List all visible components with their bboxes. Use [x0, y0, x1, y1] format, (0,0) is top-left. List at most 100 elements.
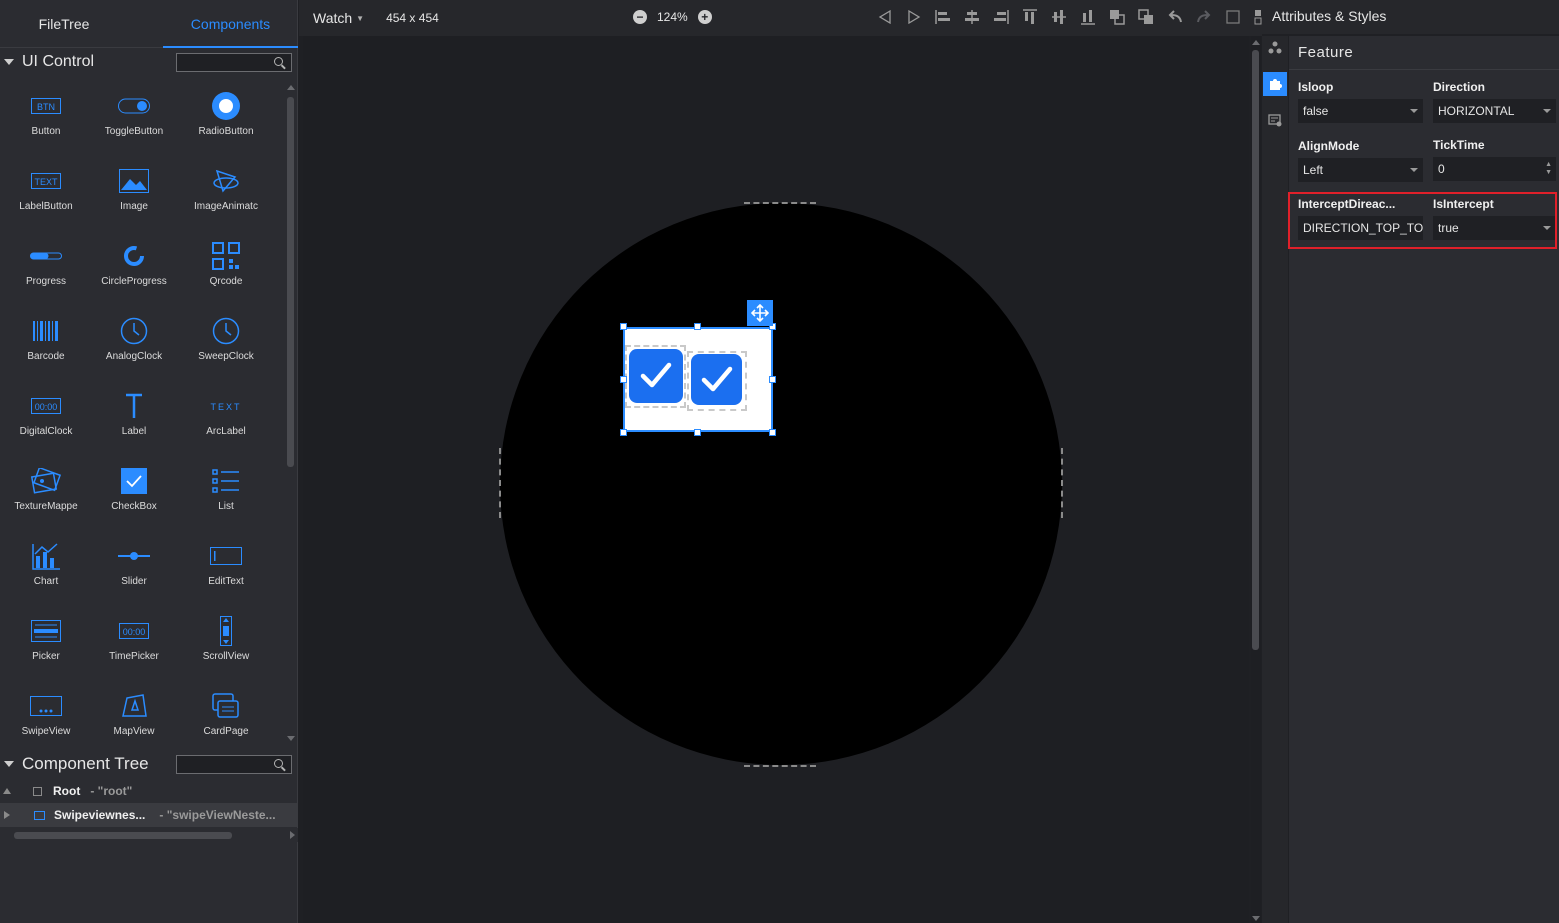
tree-row-root[interactable]: Root - "root" [0, 779, 298, 803]
ui-control-search-input[interactable] [176, 53, 292, 72]
ctl-circleprogress[interactable]: CircleProgress [88, 233, 180, 308]
watch-face-canvas[interactable] [500, 203, 1062, 765]
ctl-image[interactable]: Image [88, 158, 180, 233]
ctl-scrollview[interactable]: ScrollView [180, 608, 272, 683]
ticktime-label: TickTime [1433, 138, 1485, 152]
align-bottom-icon[interactable] [1078, 8, 1098, 26]
ctl-label: ScrollView [202, 651, 250, 662]
direction-value: HORIZONTAL [1438, 104, 1515, 118]
search-icon[interactable] [274, 57, 283, 66]
time-picker-icon: 00:00 [118, 616, 150, 646]
ctl-chart[interactable]: Chart [0, 533, 92, 608]
ctl-radiobutton[interactable]: RadioButton [180, 83, 272, 158]
chevron-down-icon[interactable]: ▼ [356, 14, 364, 23]
expand-arrow-icon[interactable] [3, 788, 11, 794]
scrollbar-thumb[interactable] [287, 97, 294, 467]
resize-handle-sw[interactable] [620, 429, 627, 436]
zoom-level: 124% [657, 10, 688, 24]
styles-icon[interactable] [1263, 36, 1287, 60]
resize-handle-s[interactable] [694, 429, 701, 436]
expand-arrow-icon[interactable] [4, 811, 10, 819]
selected-swipeview[interactable] [623, 327, 773, 432]
select-box-icon[interactable] [1223, 8, 1243, 26]
scrollbar-thumb[interactable] [1252, 50, 1259, 650]
redo-icon[interactable] [1194, 8, 1214, 26]
ctl-digitalclock[interactable]: 00:00 DigitalClock [0, 383, 92, 458]
ctl-cardpage[interactable]: CardPage [180, 683, 272, 758]
section-title: Feature [1298, 44, 1354, 61]
ctl-picker[interactable]: Picker [0, 608, 92, 683]
sweep-clock-icon [210, 316, 242, 346]
next-icon[interactable] [904, 8, 924, 26]
device-select[interactable]: Watch [313, 10, 352, 26]
dropdown-caret-icon[interactable] [1410, 109, 1418, 113]
ctl-checkbox[interactable]: CheckBox [88, 458, 180, 533]
collapse-triangle-icon[interactable] [4, 761, 14, 767]
isloop-select[interactable]: false [1298, 99, 1423, 123]
tree-row-swipeview[interactable]: Swipeviewnes... - "swipeViewNeste... [0, 803, 298, 827]
scroll-right-arrow-icon[interactable] [290, 831, 295, 839]
align-middle-v-icon[interactable] [1049, 8, 1069, 26]
ctl-qrcode[interactable]: Qrcode [180, 233, 272, 308]
ctl-arclabel[interactable]: TEXT ArcLabel [180, 383, 272, 458]
spinner-arrows-icon[interactable]: ▲ ▼ [1545, 161, 1552, 177]
align-right-icon[interactable] [991, 8, 1011, 26]
checkbox-icon[interactable] [691, 354, 742, 405]
tree-horizontal-scrollbar[interactable] [0, 828, 298, 842]
resize-handle-se[interactable] [769, 429, 776, 436]
collapse-triangle-icon[interactable] [4, 59, 14, 65]
alignmode-select[interactable]: Left [1298, 158, 1423, 182]
texture-mapper-icon [30, 466, 62, 496]
ctl-progress[interactable]: Progress [0, 233, 92, 308]
tree-node-key: Swipeviewnes... [54, 808, 146, 822]
send-backward-icon[interactable] [1136, 8, 1156, 26]
bring-forward-icon[interactable] [1107, 8, 1127, 26]
ctl-list[interactable]: List [180, 458, 272, 533]
resize-handle-w[interactable] [620, 376, 627, 383]
align-center-h-icon[interactable] [962, 8, 982, 26]
move-icon[interactable] [747, 300, 773, 326]
scroll-up-arrow-icon[interactable] [1252, 40, 1260, 45]
ui-control-scrollbar[interactable] [285, 83, 296, 743]
scroll-down-arrow-icon[interactable] [1252, 916, 1260, 921]
scroll-up-arrow-icon[interactable] [287, 85, 295, 90]
scrollbar-thumb[interactable] [14, 832, 232, 839]
ctl-togglebutton[interactable]: ToggleButton [88, 83, 180, 158]
ctl-label: ToggleButton [104, 126, 164, 137]
ctl-swipeview[interactable]: SwipeView [0, 683, 92, 758]
tab-components[interactable]: Components [163, 0, 298, 48]
canvas-scrollbar[interactable] [1251, 36, 1261, 923]
feature-puzzle-icon[interactable] [1263, 72, 1287, 96]
previous-icon[interactable] [875, 8, 895, 26]
ctl-timepicker[interactable]: 00:00 TimePicker [88, 608, 180, 683]
ctl-imageanimator[interactable]: ImageAnimatc [180, 158, 272, 233]
align-top-icon[interactable] [1020, 8, 1040, 26]
ctl-sweepclock[interactable]: SweepClock [180, 308, 272, 383]
align-left-icon[interactable] [933, 8, 953, 26]
ctl-texturemapper[interactable]: TextureMappe [0, 458, 92, 533]
direction-select[interactable]: HORIZONTAL [1433, 99, 1556, 123]
ctl-slider[interactable]: Slider [88, 533, 180, 608]
resize-handle-e[interactable] [769, 376, 776, 383]
ctl-edittext[interactable]: EditText [180, 533, 272, 608]
zoom-out-button[interactable]: − [633, 10, 647, 24]
ctl-analogclock[interactable]: AnalogClock [88, 308, 180, 383]
zoom-in-button[interactable]: + [697, 10, 712, 24]
checkbox-icon[interactable] [629, 349, 683, 403]
search-icon[interactable] [274, 759, 283, 768]
event-settings-icon[interactable] [1263, 108, 1287, 132]
ticktime-input[interactable]: 0 ▲ ▼ [1433, 157, 1556, 181]
ctl-button[interactable]: BTN Button [0, 83, 92, 158]
tab-filetree[interactable]: FileTree [0, 0, 128, 48]
ctl-barcode[interactable]: Barcode [0, 308, 92, 383]
resize-handle-nw[interactable] [620, 323, 627, 330]
undo-icon[interactable] [1165, 8, 1185, 26]
ctl-label-component[interactable]: Label [88, 383, 180, 458]
ctl-labelbutton[interactable]: TEXT LabelButton [0, 158, 92, 233]
resize-handle-n[interactable] [694, 323, 701, 330]
ctl-mapview[interactable]: MapView [88, 683, 180, 758]
scroll-down-arrow-icon[interactable] [287, 736, 295, 741]
dropdown-caret-icon[interactable] [1543, 109, 1551, 113]
component-tree-search-input[interactable] [176, 755, 292, 774]
dropdown-caret-icon[interactable] [1410, 168, 1418, 172]
